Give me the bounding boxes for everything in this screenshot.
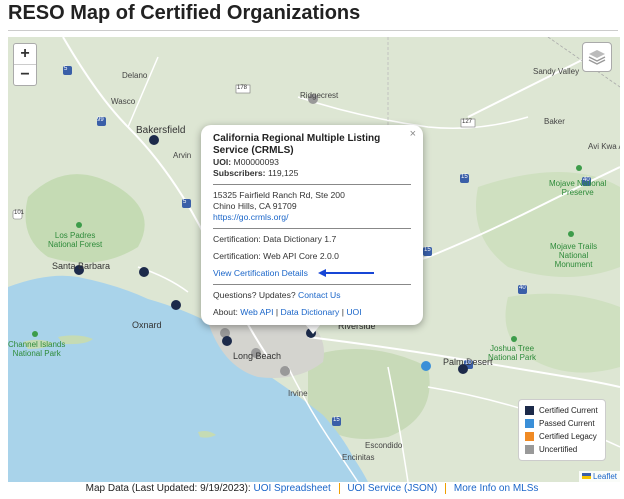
about-web-api-link[interactable]: Web API <box>240 307 273 317</box>
zoom-in-button[interactable]: + <box>14 44 36 64</box>
legend-swatch <box>525 419 534 428</box>
popup-cert-dd: Certification: Data Dictionary 1.7 <box>213 234 337 244</box>
popup-uoi-value: M00000093 <box>233 157 279 167</box>
label-escondido: Escondido <box>365 441 403 450</box>
popup-uoi-label: UOI: <box>213 157 232 167</box>
popup-divider <box>213 284 411 285</box>
legend-label: Certified Legacy <box>539 432 597 441</box>
legend-item: Passed Current <box>525 417 599 430</box>
zoom-control: + − <box>13 43 37 86</box>
road-101-label: 101 <box>14 210 25 216</box>
road-40b-label: 40 <box>519 285 526 291</box>
leaflet-flag-icon <box>581 473 591 479</box>
legend-label: Certified Current <box>539 406 598 415</box>
road-5-label: 5 <box>64 66 68 72</box>
about-data-dictionary-link[interactable]: Data Dictionary <box>281 307 340 317</box>
map-attribution: Leaflet <box>578 471 620 482</box>
view-certification-link[interactable]: View Certification Details <box>213 268 308 278</box>
label-mojave-preserve: Mojave National Preserve <box>549 179 607 197</box>
popup-about-label: About: <box>213 307 238 317</box>
popup-cert-webapi: Certification: Web API Core 2.0.0 <box>213 251 339 261</box>
popup-address-line2: Chino Hills, CA 91709 <box>213 201 297 211</box>
popup-subscribers-label: Subscribers: <box>213 168 266 178</box>
about-uoi-link[interactable]: UOI <box>346 307 361 317</box>
road-99-label: 99 <box>97 117 104 123</box>
label-long-beach: Long Beach <box>233 351 282 361</box>
legend-item: Certified Legacy <box>525 430 599 443</box>
popup-questions: Questions? Updates? <box>213 290 296 300</box>
uoi-spreadsheet-link[interactable]: UOI Spreadsheet <box>254 483 331 494</box>
label-channel-islands: Channel Islands National Park <box>8 340 66 358</box>
road-15b-label: 15 <box>424 247 431 253</box>
leaflet-link[interactable]: Leaflet <box>593 472 617 481</box>
page-title: RESO Map of Certified Organizations <box>8 2 361 24</box>
legend-swatch <box>525 406 534 415</box>
road-178-label: 178 <box>237 85 248 91</box>
layers-button[interactable] <box>582 42 612 72</box>
popup-subscribers-value: 119,125 <box>267 168 299 178</box>
footer: Map Data (Last Updated: 9/19/2023): UOI … <box>0 483 624 494</box>
legend-item: Certified Current <box>525 404 599 417</box>
legend-label: Uncertified <box>539 445 578 454</box>
legend-item: Uncertified <box>525 443 599 456</box>
road-40-label: 40 <box>583 177 590 183</box>
legend-label: Passed Current <box>539 419 595 428</box>
label-sandy-valley: Sandy Valley <box>533 67 580 76</box>
legend-swatch <box>525 432 534 441</box>
road-15-label: 15 <box>461 174 468 180</box>
about-separator: | <box>341 307 344 317</box>
more-info-mls-link[interactable]: More Info on MLSs <box>454 483 538 494</box>
about-separator: | <box>275 307 279 317</box>
map-legend: Certified Current Passed Current Certifi… <box>518 399 606 461</box>
zoom-out-button[interactable]: − <box>14 64 36 85</box>
popup-address-line1: 15325 Fairfield Ranch Rd, Ste 200 <box>213 190 345 200</box>
popup-divider <box>213 184 411 185</box>
popup-org-name: California Regional Multiple Listing Ser… <box>213 133 381 156</box>
label-irvine: Irvine <box>288 389 308 398</box>
label-baker: Baker <box>544 117 565 126</box>
label-avi-kwa-ame: Avi Kwa Ame <box>588 142 620 151</box>
title-divider <box>8 30 618 31</box>
popup-divider <box>213 228 411 229</box>
label-ridgecrest: Ridgecrest <box>300 91 339 100</box>
label-joshua-tree: Joshua Tree National Park <box>488 344 537 362</box>
road-10-label: 10 <box>465 360 472 366</box>
label-arvin: Arvin <box>173 151 192 160</box>
road-15c-label: 15 <box>333 417 340 423</box>
mls-popup: × California Regional Multiple Listing S… <box>201 125 423 325</box>
label-los-padres: Los Padres National Forest <box>48 231 103 249</box>
uoi-service-json-link[interactable]: UOI Service (JSON) <box>347 483 437 494</box>
contact-us-link[interactable]: Contact Us <box>298 290 341 300</box>
road-5b-label: 5 <box>183 199 187 205</box>
label-delano: Delano <box>122 71 148 80</box>
label-bakersfield: Bakersfield <box>136 125 186 136</box>
layers-icon <box>588 50 606 65</box>
label-santa-barbara: Santa Barbara <box>52 261 111 271</box>
label-encinitas: Encinitas <box>342 453 375 462</box>
label-mojave-trails: Mojave Trails National Monument <box>550 242 598 269</box>
legend-swatch <box>525 445 534 454</box>
map-canvas[interactable]: Delano Wasco Bakersfield Arvin Ridgecres… <box>8 37 620 482</box>
arrow-left-icon <box>318 269 374 277</box>
label-oxnard: Oxnard <box>132 320 162 330</box>
popup-close-button[interactable]: × <box>410 128 416 140</box>
footer-prefix: Map Data (Last Updated: 9/19/2023): <box>85 483 251 495</box>
footer-separator <box>445 483 447 494</box>
footer-separator <box>338 483 340 494</box>
popup-website-link[interactable]: https://go.crmls.org/ <box>213 212 288 222</box>
road-127-label: 127 <box>462 119 473 125</box>
label-wasco: Wasco <box>111 97 136 106</box>
